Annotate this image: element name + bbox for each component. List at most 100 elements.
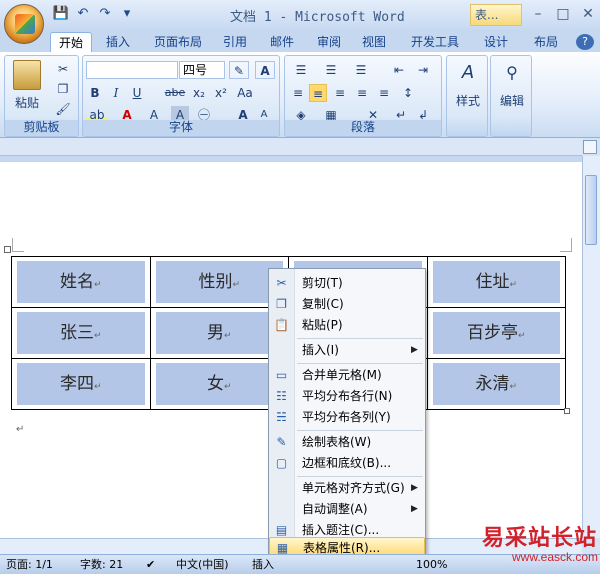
menu-separator [297,363,423,364]
clipboard-group-label: 剪贴板 [5,120,78,135]
borders-icon: ▢ [275,456,288,470]
align-center-icon[interactable]: ≡ [309,84,327,102]
save-icon[interactable]: 💾 [52,5,70,23]
align-right-icon[interactable]: ≡ [331,84,349,102]
table-cell[interactable]: 百步亭↵ [426,307,566,359]
format-painter-icon[interactable]: 🖌 [53,100,73,118]
change-case-icon[interactable]: Aa [235,84,255,102]
tab-home[interactable]: 开始 [50,32,92,52]
menu-item-draw-table[interactable]: ✎ 绘制表格(W) [269,432,425,453]
menu-item-distribute-rows[interactable]: ☷ 平均分布各行(N) [269,386,425,407]
italic-button[interactable]: I [107,84,125,102]
office-button[interactable] [4,4,44,44]
cell-mark: ↵ [93,331,102,341]
tab-developer[interactable]: 开发工具 [402,32,468,52]
page-corner-mark [12,238,24,252]
help-icon[interactable]: ? [576,34,594,50]
horizontal-ruler[interactable] [0,138,582,156]
page-indicator[interactable]: 页面: 1/1 [6,558,53,572]
cut-icon[interactable]: ✂ [53,60,73,78]
table-cell[interactable]: 姓名↵ [11,256,151,308]
vertical-scroll-thumb[interactable] [585,175,597,245]
font-name-combo[interactable] [86,61,178,79]
table-resize-handle[interactable] [564,408,570,414]
justify-icon[interactable]: ≡ [353,84,371,102]
table-cell[interactable]: 永清↵ [426,358,566,410]
paste-icon[interactable] [13,60,41,90]
table-cell[interactable]: 李四↵ [11,358,151,410]
cell-mark: ↵ [517,331,526,341]
editing-group[interactable]: ⚲ 编辑 [490,55,532,137]
cell-text: 女 [206,374,224,394]
binoculars-icon: ⚲ [506,63,518,82]
bold-button[interactable]: B [86,84,104,102]
superscript-button[interactable]: x² [211,84,231,102]
styles-label: 样式 [455,94,480,108]
minimize-button[interactable]: – [526,4,550,24]
clear-format-icon[interactable]: ✎ [229,61,249,79]
distributed-icon[interactable]: ≡ [375,84,393,102]
language-indicator[interactable]: 中文(中国) [176,558,229,572]
cell-text: 男 [206,323,224,343]
word-count[interactable]: 字数: 21 [80,558,123,572]
insert-mode[interactable]: 插入 [252,558,274,572]
line-spacing-icon[interactable]: ↕ [397,84,419,102]
paragraph-group: ☰ ☰ ☰ ⇤ ⇥ ≡ ≡ ≡ ≡ ≡ ↕ ◈ ▦ ✕ ↵ ↲ 段落 [284,55,442,137]
align-left-icon[interactable]: ≡ [289,84,307,102]
tab-insert[interactable]: 插入 [98,32,138,52]
subscript-button[interactable]: x₂ [189,84,209,102]
tab-references[interactable]: 引用 [216,32,254,52]
tab-review[interactable]: 审阅 [310,32,348,52]
menu-item-autofit[interactable]: 自动调整(A) ▶ [269,499,425,520]
numbering-icon[interactable]: ☰ [319,61,343,79]
strikethrough-button[interactable]: abe [163,84,187,102]
page-corner-mark [560,238,572,252]
window-title: 文档 1 - Microsoft Word [230,10,405,25]
context-menu: ✂ 剪切(T) ❐ 复制(C) 📋 粘贴(P) 插入(I) ▶ ▭ 合并单元格(M) ☷ 平… [268,268,426,560]
styles-group[interactable]: A 样式 [446,55,488,137]
customize-qat-icon[interactable]: ▾ [118,5,136,23]
menu-item-insert[interactable]: 插入(I) ▶ [269,340,425,361]
multilevel-list-icon[interactable]: ☰ [349,61,373,79]
cell-text: 性别 [198,272,233,292]
menu-item-cell-alignment[interactable]: 单元格对齐方式(G) ▶ [269,478,425,499]
tab-layout[interactable]: 布局 [526,32,566,52]
menu-item-borders-shading[interactable]: ▢ 边框和底纹(B)... [269,453,425,474]
view-ruler-icon[interactable] [583,140,597,154]
draw-table-icon: ✎ [276,435,287,449]
redo-icon[interactable]: ↷ [96,5,114,23]
maximize-button[interactable]: □ [551,4,575,24]
table-cell[interactable]: 住址↵ [426,256,566,308]
cell-mark: ↵ [509,280,518,290]
tab-design[interactable]: 设计 [476,32,516,52]
font-group: 四号 ✎ A B I U abe x₂ x² Aa ab A A A ㊀ A A… [82,55,280,137]
menu-item-cut[interactable]: ✂ 剪切(T) [269,273,425,294]
bullets-icon[interactable]: ☰ [289,61,313,79]
increase-indent-icon[interactable]: ⇥ [413,61,433,79]
copy-icon[interactable]: ❐ [53,80,73,98]
decrease-indent-icon[interactable]: ⇤ [389,61,409,79]
menu-item-copy[interactable]: ❐ 复制(C) [269,294,425,315]
tab-mailings[interactable]: 邮件 [264,32,300,52]
tab-page-layout[interactable]: 页面布局 [148,32,208,52]
close-button[interactable]: ✕ [576,4,600,24]
merge-cells-icon: ▭ [275,368,288,382]
site-watermark: 易采站长站 www.easck.com [482,520,600,572]
cell-text: 住址 [475,272,510,292]
paste-button[interactable]: 粘贴 [9,94,45,112]
underline-button[interactable]: U [128,84,146,102]
tab-view[interactable]: 视图 [356,32,392,52]
menu-item-merge-cells[interactable]: ▭ 合并单元格(M) [269,365,425,386]
menu-item-paste[interactable]: 📋 粘贴(P) [269,315,425,336]
menu-item-distribute-columns[interactable]: ☵ 平均分布各列(Y) [269,407,425,428]
undo-icon[interactable]: ↶ [74,5,92,23]
font-size-combo[interactable]: 四号 [179,61,225,79]
title-bar: 💾 ↶ ↷ ▾ 文档 1 - Microsoft Word 表... – □ ✕ [0,0,600,30]
cell-mark: ↵ [93,280,102,290]
proofing-icon[interactable]: ✔ [146,558,155,572]
table-move-handle[interactable] [4,246,11,253]
page-gap [0,156,582,162]
table-cell[interactable]: 张三↵ [11,307,151,359]
zoom-level[interactable]: 100% [416,558,447,572]
char-border-icon[interactable]: A [255,61,275,79]
